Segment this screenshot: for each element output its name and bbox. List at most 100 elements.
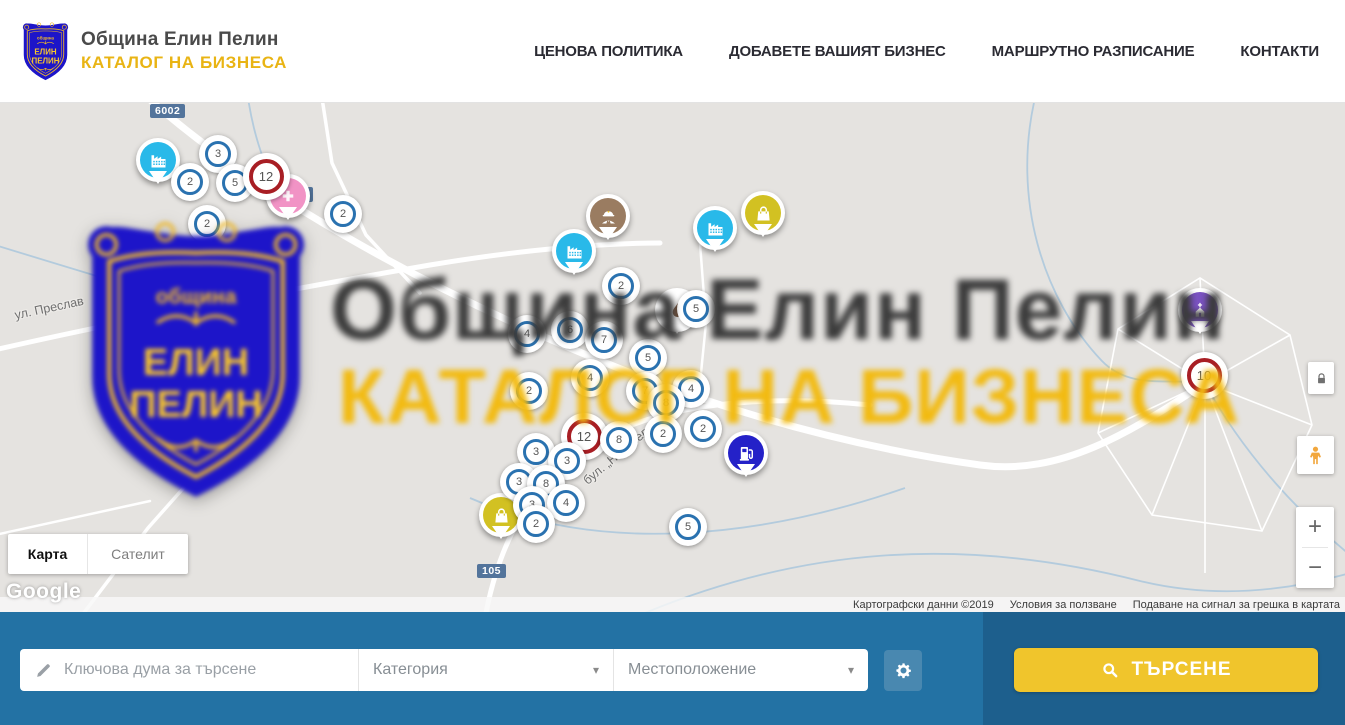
nav-item-pricing[interactable]: ЦЕНОВА ПОЛИТИКА bbox=[534, 43, 683, 60]
search-icon bbox=[1100, 660, 1120, 680]
logo-subtitle: КАТАЛОГ НА БИЗНЕСА bbox=[81, 53, 287, 73]
cluster-marker[interactable]: 2 bbox=[171, 163, 209, 201]
map-attribution: Картографски данни ©2019 Условия за полз… bbox=[0, 597, 1345, 612]
cluster-count: 2 bbox=[330, 201, 356, 227]
zoom-control: + − bbox=[1296, 507, 1334, 588]
nav-item-add-business[interactable]: ДОБАВЕТЕ ВАШИЯТ БИЗНЕС bbox=[729, 43, 946, 60]
location-select[interactable]: Местоположение ▾ bbox=[613, 649, 868, 691]
road-label: 105 bbox=[477, 564, 506, 578]
fuel-pump-icon bbox=[728, 435, 764, 471]
location-select-label: Местоположение bbox=[628, 661, 756, 679]
cluster-count: 5 bbox=[683, 296, 709, 322]
main-nav: ЦЕНОВА ПОЛИТИКА ДОБАВЕТЕ ВАШИЯТ БИЗНЕС М… bbox=[534, 43, 1319, 60]
header: община ЕЛИН ПЕЛИН Община Елин Пелин КАТА… bbox=[0, 0, 1345, 103]
cluster-count: 3 bbox=[523, 439, 549, 465]
emblem-name-1: ЕЛИН bbox=[34, 48, 57, 57]
cluster-count: 12 bbox=[249, 159, 284, 194]
cluster-marker[interactable]: 8 bbox=[600, 421, 638, 459]
cluster-marker[interactable]: 4 bbox=[571, 359, 609, 397]
cluster-marker[interactable]: 2 bbox=[510, 372, 548, 410]
gear-icon bbox=[894, 661, 913, 680]
factory-pin[interactable] bbox=[552, 229, 596, 273]
pegman-icon bbox=[1304, 444, 1327, 467]
cluster-count: 7 bbox=[591, 327, 617, 353]
shopping-bag-pin[interactable] bbox=[741, 191, 785, 235]
church-pin[interactable] bbox=[1178, 288, 1222, 332]
cluster-count: 2 bbox=[523, 511, 549, 537]
cluster-count: 2 bbox=[608, 273, 634, 299]
cluster-marker[interactable]: 7 bbox=[585, 321, 623, 359]
cluster-marker[interactable]: 12 bbox=[243, 153, 290, 200]
emblem-name-2: ПЕЛИН bbox=[32, 56, 60, 65]
street-view-button[interactable] bbox=[1297, 436, 1334, 474]
zoom-out-button[interactable]: − bbox=[1296, 548, 1334, 588]
attribution-report-link[interactable]: Подаване на сигнал за грешка в картата bbox=[1133, 599, 1340, 611]
site-logo[interactable]: община ЕЛИН ПЕЛИН Община Елин Пелин КАТА… bbox=[22, 20, 287, 82]
cluster-count: 2 bbox=[516, 378, 542, 404]
cluster-marker[interactable]: 6 bbox=[551, 311, 589, 349]
church-icon bbox=[1182, 292, 1218, 328]
fuel-pump-pin[interactable] bbox=[724, 431, 768, 475]
cluster-marker[interactable]: 2 bbox=[517, 505, 555, 543]
factory-icon bbox=[697, 210, 733, 246]
category-select-label: Категория bbox=[373, 661, 448, 679]
logo-text: Община Елин Пелин КАТАЛОГ НА БИЗНЕСА bbox=[81, 29, 287, 73]
cluster-count: 4 bbox=[577, 365, 603, 391]
nav-item-route-schedule[interactable]: МАРШРУТНО РАЗПИСАНИЕ bbox=[992, 43, 1195, 60]
map-canvas[interactable]: 6002 105 ул. Преслав бул. „Новосел 32512… bbox=[0, 103, 1345, 612]
cluster-count: 8 bbox=[606, 427, 632, 453]
map-type-satellite-button[interactable]: Сателит bbox=[88, 534, 188, 574]
lock-icon bbox=[1314, 370, 1329, 387]
cluster-marker[interactable]: 5 bbox=[669, 508, 707, 546]
chevron-down-icon: ▾ bbox=[848, 663, 854, 677]
keyword-field[interactable] bbox=[20, 649, 358, 691]
cluster-count: 3 bbox=[205, 141, 231, 167]
search-button-panel: ТЪРСЕНЕ bbox=[983, 612, 1345, 725]
settings-button[interactable] bbox=[884, 650, 922, 691]
map-type-control: Карта Сателит bbox=[8, 534, 188, 574]
keyword-input[interactable] bbox=[64, 661, 358, 679]
factory-icon bbox=[140, 142, 176, 178]
factory-icon bbox=[556, 233, 592, 269]
emblem-town-word: община bbox=[37, 36, 54, 41]
search-button[interactable]: ТЪРСЕНЕ bbox=[1014, 648, 1318, 692]
category-select[interactable]: Категория ▾ bbox=[358, 649, 613, 691]
cluster-count: 6 bbox=[557, 317, 583, 343]
cluster-count: 2 bbox=[650, 421, 676, 447]
nav-item-contacts[interactable]: КОНТАКТИ bbox=[1240, 43, 1319, 60]
cluster-count: 5 bbox=[675, 514, 701, 540]
zoom-in-button[interactable]: + bbox=[1296, 507, 1334, 547]
cluster-count: 8 bbox=[653, 390, 679, 416]
cluster-count: 2 bbox=[690, 416, 716, 442]
logo-title: Община Елин Пелин bbox=[81, 29, 287, 51]
cluster-count: 2 bbox=[194, 211, 220, 237]
worker-icon bbox=[590, 198, 626, 234]
cluster-marker[interactable]: 2 bbox=[324, 195, 362, 233]
google-logo[interactable]: Google bbox=[6, 580, 81, 604]
cluster-count: 10 bbox=[1187, 358, 1222, 393]
cluster-marker[interactable]: 2 bbox=[644, 415, 682, 453]
search-fields: Категория ▾ Местоположение ▾ bbox=[20, 649, 868, 691]
road-label: 6002 bbox=[150, 104, 185, 118]
cluster-count: 4 bbox=[514, 321, 540, 347]
worker-pin[interactable] bbox=[586, 194, 630, 238]
search-button-label: ТЪРСЕНЕ bbox=[1131, 659, 1231, 681]
factory-pin[interactable] bbox=[693, 206, 737, 250]
cluster-marker[interactable]: 10 bbox=[1181, 352, 1228, 399]
municipality-emblem-icon: община ЕЛИН ПЕЛИН bbox=[22, 20, 69, 82]
cluster-count: 5 bbox=[635, 345, 661, 371]
cluster-marker[interactable]: 2 bbox=[602, 267, 640, 305]
map-type-map-button[interactable]: Карта bbox=[8, 534, 88, 574]
chevron-down-icon: ▾ bbox=[593, 663, 599, 677]
shopping-bag-icon bbox=[745, 195, 781, 231]
cluster-marker[interactable]: 4 bbox=[508, 315, 546, 353]
cluster-count: 2 bbox=[177, 169, 203, 195]
page: община ЕЛИН ПЕЛИН Община Елин Пелин КАТА… bbox=[0, 0, 1345, 725]
cluster-marker[interactable]: 2 bbox=[188, 205, 226, 243]
map-lock-button[interactable] bbox=[1308, 362, 1334, 394]
cluster-marker[interactable]: 2 bbox=[684, 410, 722, 448]
search-bar: ТЪРСЕНЕ Категория ▾ Местоположение ▾ bbox=[0, 612, 1345, 725]
cluster-count: 4 bbox=[553, 490, 579, 516]
cluster-marker[interactable]: 5 bbox=[677, 290, 715, 328]
attribution-terms-link[interactable]: Условия за ползване bbox=[1010, 599, 1117, 611]
